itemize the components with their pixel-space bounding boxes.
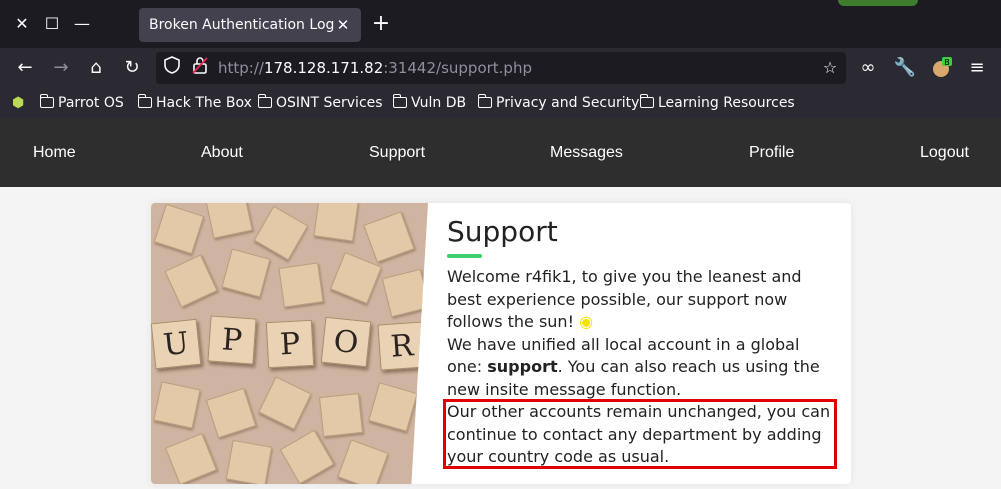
bookmark-star-icon[interactable]: ☆ — [818, 56, 842, 80]
wrench-icon[interactable]: 🔧 — [893, 56, 917, 80]
wood-tile — [164, 432, 218, 484]
back-icon[interactable]: ← — [13, 56, 37, 80]
letter-tile-u: U — [151, 318, 202, 370]
wood-tile — [368, 382, 418, 432]
shield-icon[interactable] — [160, 56, 184, 80]
site-navbar: Home About Support Messages Profile Logo… — [0, 118, 1001, 187]
letter-tile-p2: P — [265, 319, 315, 369]
home-icon[interactable]: ⌂ — [84, 56, 108, 80]
wood-tile — [164, 254, 218, 308]
bookmark-vuln-db[interactable]: Vuln DB — [392, 88, 466, 118]
nav-logout[interactable]: Logout — [920, 118, 969, 187]
wood-tile — [363, 211, 415, 263]
close-window-icon[interactable]: ✕ — [10, 12, 34, 36]
bookmark-learning-resources[interactable]: Learning Resources — [639, 88, 795, 118]
nav-support[interactable]: Support — [369, 118, 425, 187]
wood-tile — [205, 203, 253, 239]
wood-tile — [225, 439, 273, 484]
support-paragraph-1: Welcome r4fik1, to give you the leanest … — [447, 267, 802, 331]
wood-tile — [381, 268, 428, 318]
wood-tile — [205, 387, 257, 439]
wood-tile — [319, 393, 363, 437]
wood-tile — [221, 248, 271, 298]
maximize-window-icon[interactable]: ☐ — [40, 12, 64, 36]
browser-titlebar: ✕ ☐ — Broken Authentication Login ✕ + — [0, 0, 1001, 48]
insecure-lock-icon[interactable] — [188, 56, 212, 80]
url-bar[interactable]: http://178.128.171.82:31442/support.php … — [156, 52, 846, 84]
menu-icon[interactable]: ≡ — [965, 56, 989, 80]
red-highlight-box — [443, 399, 837, 469]
forward-icon[interactable]: → — [49, 56, 73, 80]
nav-profile[interactable]: Profile — [749, 118, 794, 187]
addon-avatar-icon[interactable]: B — [929, 56, 953, 80]
folder-icon — [257, 94, 272, 108]
bookmark-osint-services[interactable]: OSINT Services — [257, 88, 383, 118]
bookmark-privacy-security[interactable]: Privacy and Security — [477, 88, 639, 118]
svg-text:B: B — [944, 58, 950, 67]
folder-icon — [392, 94, 407, 108]
parrot-logo-icon: ⬢ — [12, 95, 25, 111]
wood-tile — [279, 429, 335, 484]
sun-icon: ◉ — [579, 312, 594, 331]
page-title: Support — [447, 215, 558, 248]
browser-tab[interactable]: Broken Authentication Login ✕ — [139, 8, 361, 42]
minimize-window-icon[interactable]: — — [70, 12, 94, 36]
bookmark-parrot-os[interactable]: Parrot OS — [39, 88, 124, 118]
wood-tile — [329, 251, 383, 305]
support-scrabble-image: U P P O R — [151, 203, 428, 484]
support-account-name: support — [487, 357, 558, 376]
decorative-blob — [838, 0, 918, 6]
wood-tile — [337, 439, 389, 484]
wood-tile — [258, 376, 312, 430]
reload-icon[interactable]: ↻ — [120, 56, 144, 80]
url-text[interactable]: http://178.128.171.82:31442/support.php — [218, 52, 532, 84]
letter-tile-o: O — [320, 316, 372, 368]
wood-tile — [153, 381, 201, 429]
title-underline — [447, 254, 482, 258]
folder-icon — [39, 94, 54, 108]
folder-icon — [477, 94, 492, 108]
tab-close-icon[interactable]: ✕ — [331, 13, 355, 37]
extensions-mask-icon[interactable]: ∞ — [856, 56, 880, 80]
nav-home[interactable]: Home — [33, 118, 76, 187]
tab-title: Broken Authentication Login — [149, 17, 335, 33]
nav-about[interactable]: About — [201, 118, 243, 187]
folder-icon — [639, 94, 654, 108]
letter-tile-r: R — [377, 321, 427, 371]
wood-tile — [253, 205, 309, 261]
nav-messages[interactable]: Messages — [550, 118, 623, 187]
bookmark-hack-the-box[interactable]: Hack The Box — [137, 88, 252, 118]
new-tab-icon[interactable]: + — [369, 12, 393, 36]
wood-tile — [153, 203, 205, 255]
wood-tile — [278, 262, 324, 308]
wood-tile — [313, 203, 359, 242]
letter-tile-p1: P — [207, 315, 257, 365]
bookmarks-bar: ⬢ Parrot OS Hack The Box OSINT Services … — [0, 88, 1001, 118]
folder-icon — [137, 94, 152, 108]
